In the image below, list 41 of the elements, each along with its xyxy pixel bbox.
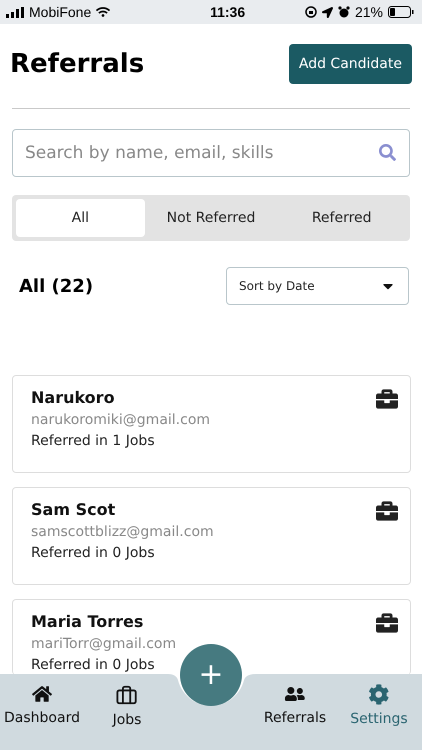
settings-icon	[368, 684, 390, 705]
nav-tab[interactable]: Settings	[350, 684, 408, 727]
candidate-name: Narukoro	[31, 388, 116, 407]
battery-percent: 21%	[354, 4, 383, 20]
filter-tab[interactable]: Not Referred	[146, 199, 276, 237]
search-icon	[379, 144, 396, 161]
referral-count: Referred in 1 Jobs	[31, 433, 156, 449]
alarm-icon	[338, 6, 350, 18]
candidate-card[interactable]: Narukoro narukoromiki@gmail.com Referred in 1 Jobs	[12, 375, 411, 473]
rotation-lock-icon	[304, 6, 317, 18]
filter-tab[interactable]: All	[16, 199, 145, 237]
page-title: Referrals	[10, 49, 144, 79]
candidate-card[interactable]: Sam Scot samscottblizz@gmail.com Referred in 0 Jobs	[12, 487, 411, 585]
wifi-icon	[96, 5, 110, 19]
briefcase-icon[interactable]	[376, 500, 398, 522]
filter-tab[interactable]: Referred	[277, 199, 406, 237]
add-fab[interactable]: +	[180, 644, 242, 706]
home-icon	[32, 684, 52, 704]
referral-count: Referred in 0 Jobs	[31, 545, 156, 561]
candidate-name: Sam Scot	[31, 500, 116, 519]
people-icon	[285, 684, 305, 704]
carrier-name: MobiFone	[29, 4, 92, 20]
nav-tab[interactable]: Dashboard	[4, 684, 80, 726]
result-count: All (22)	[19, 276, 94, 296]
signal-icon	[6, 6, 24, 18]
briefcase-icon[interactable]	[376, 612, 398, 634]
candidate-email: samscottblizz@gmail.com	[31, 524, 214, 540]
search-field[interactable]: Search by name, email, skills	[12, 129, 410, 177]
briefcase-icon	[116, 684, 138, 706]
candidate-name: Maria Torres	[31, 612, 144, 631]
location-icon	[322, 6, 333, 18]
battery-icon	[388, 6, 414, 18]
briefcase-icon[interactable]	[376, 388, 398, 410]
referral-count: Referred in 0 Jobs	[31, 657, 156, 673]
sort-dropdown[interactable]: Sort by Date	[226, 267, 409, 305]
candidate-email: narukoromiki@gmail.com	[31, 412, 210, 428]
clock-time: 11:36	[210, 4, 246, 20]
nav-tab[interactable]: Referrals	[264, 684, 326, 726]
nav-tab[interactable]: Jobs	[112, 684, 142, 728]
add-candidate-button[interactable]: Add Candidate	[288, 44, 412, 84]
candidate-email: mariTorr@gmail.com	[31, 636, 176, 652]
